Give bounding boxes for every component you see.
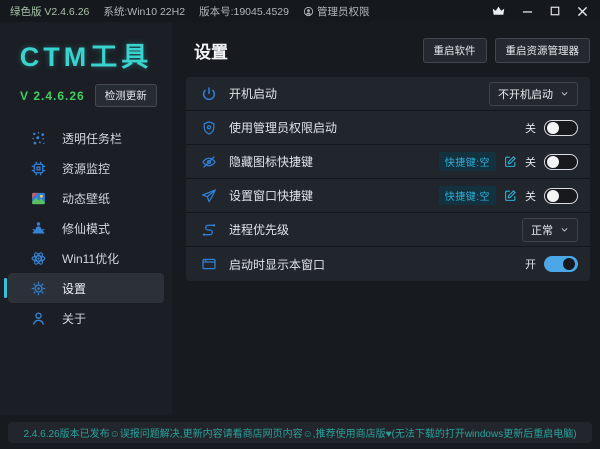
admin-status: 管理员权限: [303, 4, 370, 19]
app-logo: CTM工具: [0, 35, 172, 74]
startup-dropdown[interactable]: 不开机启动: [489, 82, 578, 106]
setting-label: 开机启动: [229, 85, 277, 102]
toggle-knob: [547, 190, 559, 202]
shield-icon: [201, 120, 217, 136]
setting-row-process-priority: 进程优先级 正常: [186, 213, 590, 247]
wallpaper-icon: [30, 190, 47, 207]
toggle-state-label: 关: [525, 188, 536, 204]
power-icon: [201, 86, 217, 102]
chevron-down-icon: [560, 89, 569, 98]
admin-launch-toggle[interactable]: [544, 120, 578, 136]
restart-explorer-button[interactable]: 重启资源管理器: [495, 38, 591, 63]
toggle-knob: [547, 156, 559, 168]
process-icon: [201, 222, 217, 238]
sidebar-item-settings[interactable]: 设置: [8, 273, 164, 303]
show-window-toggle[interactable]: [544, 256, 578, 272]
sidebar: CTM工具 V 2.4.6.26 检测更新 透明任务栏 资源监控: [0, 22, 172, 415]
build-label: 版本号:19045.4529: [199, 4, 289, 19]
cpu-icon: [30, 160, 47, 177]
setting-label: 隐藏图标快捷键: [229, 153, 313, 170]
sidebar-item-label: 设置: [62, 280, 86, 297]
setting-row-admin-launch: 使用管理员权限启动 关: [186, 111, 590, 145]
sidebar-menu: 透明任务栏 资源监控 动态壁纸 修仙模式: [0, 123, 172, 333]
window-icon: [201, 256, 217, 272]
priority-dropdown[interactable]: 正常: [522, 218, 578, 242]
sidebar-item-win11-optimize[interactable]: Win11优化: [8, 243, 164, 273]
edit-icon[interactable]: [504, 155, 517, 168]
restart-app-button[interactable]: 重启软件: [423, 38, 487, 63]
statusbar: 2.4.6.26版本已发布☺误报问题解决,更新内容请看商店网页内容☺,推荐使用商…: [8, 422, 592, 443]
scatter-dots-icon: [30, 130, 47, 147]
sidebar-item-immortal-mode[interactable]: 修仙模式: [8, 213, 164, 243]
setting-label: 启动时显示本窗口: [229, 256, 325, 273]
edition-label: 绿色版 V2.4.6.26: [10, 4, 89, 19]
setting-label: 进程优先级: [229, 221, 289, 238]
setting-label: 使用管理员权限启动: [229, 119, 337, 136]
dropdown-value: 正常: [531, 222, 553, 238]
gear-icon: [30, 280, 47, 297]
sidebar-item-label: 关于: [62, 310, 86, 327]
sidebar-item-label: 修仙模式: [62, 220, 110, 237]
atom-icon: [30, 250, 47, 267]
settings-panel: 开机启动 不开机启动 使用管理员权限启动 关: [186, 77, 590, 281]
minimize-button[interactable]: [522, 6, 533, 17]
setting-row-window-hotkey: 设置窗口快捷键 快捷键:空 关: [186, 179, 590, 213]
close-button[interactable]: [577, 6, 588, 17]
eye-off-icon: [201, 154, 217, 170]
sidebar-item-label: 透明任务栏: [62, 130, 122, 147]
toggle-knob: [547, 122, 559, 134]
setting-row-startup: 开机启动 不开机启动: [186, 77, 590, 111]
main-content: 设置 重启软件 重启资源管理器 开机启动 不开机启动: [172, 22, 600, 281]
sidebar-item-label: Win11优化: [62, 250, 119, 267]
crown-icon[interactable]: [492, 6, 505, 17]
toggle-state-label: 关: [525, 120, 536, 136]
hotkey-badge[interactable]: 快捷键:空: [439, 152, 496, 171]
app-version: V 2.4.6.26: [20, 89, 85, 103]
check-update-button[interactable]: 检测更新: [95, 84, 157, 107]
dropdown-value: 不开机启动: [498, 86, 553, 102]
sidebar-item-dynamic-wallpaper[interactable]: 动态壁纸: [8, 183, 164, 213]
paper-plane-icon: [201, 188, 217, 204]
sidebar-item-label: 资源监控: [62, 160, 110, 177]
toggle-state-label: 开: [525, 256, 536, 272]
toggle-state-label: 关: [525, 154, 536, 170]
sidebar-item-transparent-taskbar[interactable]: 透明任务栏: [8, 123, 164, 153]
sidebar-item-label: 动态壁纸: [62, 190, 110, 207]
sidebar-item-about[interactable]: 关于: [8, 303, 164, 333]
chevron-down-icon: [560, 225, 569, 234]
window-controls: [492, 6, 588, 17]
setting-row-show-window: 启动时显示本窗口 开: [186, 247, 590, 281]
admin-label: 管理员权限: [317, 4, 370, 19]
sidebar-item-resource-monitor[interactable]: 资源监控: [8, 153, 164, 183]
window-hotkey-toggle[interactable]: [544, 188, 578, 204]
status-message: 2.4.6.26版本已发布☺误报问题解决,更新内容请看商店网页内容☺,推荐使用商…: [23, 425, 576, 440]
admin-badge-icon: [303, 6, 314, 17]
setting-row-hide-icon-hotkey: 隐藏图标快捷键 快捷键:空 关: [186, 145, 590, 179]
hide-icon-hotkey-toggle[interactable]: [544, 154, 578, 170]
system-label: 系统:Win10 22H2: [103, 4, 185, 19]
titlebar: 绿色版 V2.4.6.26 系统:Win10 22H2 版本号:19045.45…: [0, 0, 600, 22]
user-icon: [30, 310, 47, 327]
page-title: 设置: [194, 38, 228, 63]
meditation-icon: [30, 220, 47, 237]
edit-icon[interactable]: [504, 189, 517, 202]
toggle-knob: [563, 258, 575, 270]
hotkey-badge[interactable]: 快捷键:空: [439, 186, 496, 205]
maximize-button[interactable]: [550, 6, 560, 16]
setting-label: 设置窗口快捷键: [229, 187, 313, 204]
